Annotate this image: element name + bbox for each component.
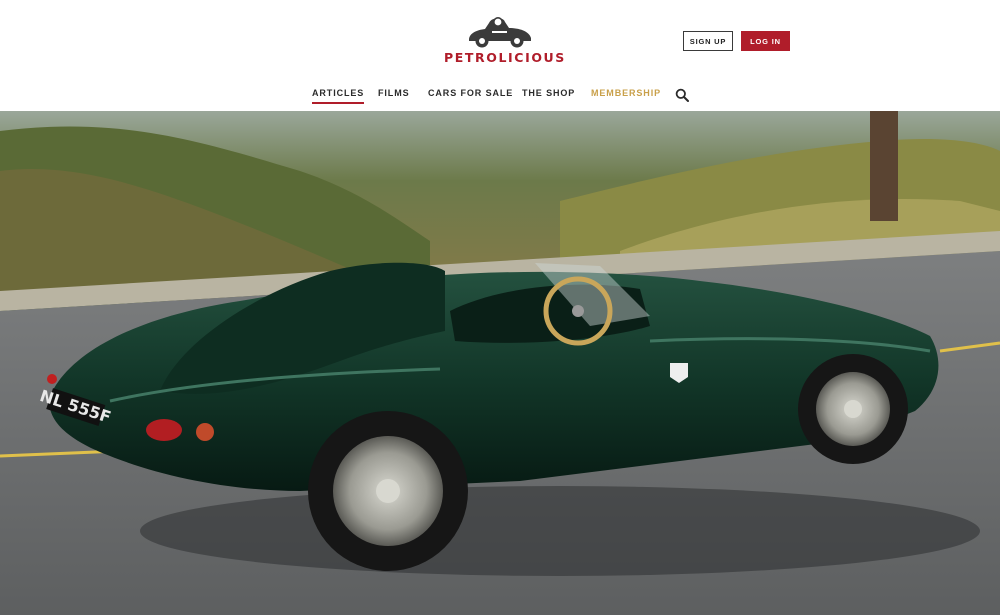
sign-up-button[interactable]: SIGN UP (683, 31, 733, 51)
nav-item-the-shop[interactable]: THE SHOP (522, 88, 575, 98)
nav-item-articles[interactable]: ARTICLES (312, 88, 365, 104)
nav-item-membership[interactable]: MEMBERSHIP (591, 88, 661, 98)
nav-item-films[interactable]: FILMS (378, 88, 410, 98)
hero-car-photo: NL 555F (0, 111, 1000, 615)
brand-name: PETROLICIOUS (444, 50, 566, 65)
search-icon[interactable] (675, 88, 689, 102)
race-car-logo-icon (469, 17, 531, 48)
site-header: PETROLICIOUS SIGN UP LOG IN ARTICLES FIL… (0, 0, 1000, 111)
nav-item-cars-for-sale[interactable]: CARS FOR SALE (428, 88, 513, 98)
log-in-button[interactable]: LOG IN (741, 31, 790, 51)
brand-logo[interactable]: PETROLICIOUS (444, 14, 566, 68)
hero-image[interactable]: NL 555F (0, 111, 1000, 615)
main-nav: ARTICLES FILMS CARS FOR SALE THE SHOP ME… (0, 88, 1000, 104)
